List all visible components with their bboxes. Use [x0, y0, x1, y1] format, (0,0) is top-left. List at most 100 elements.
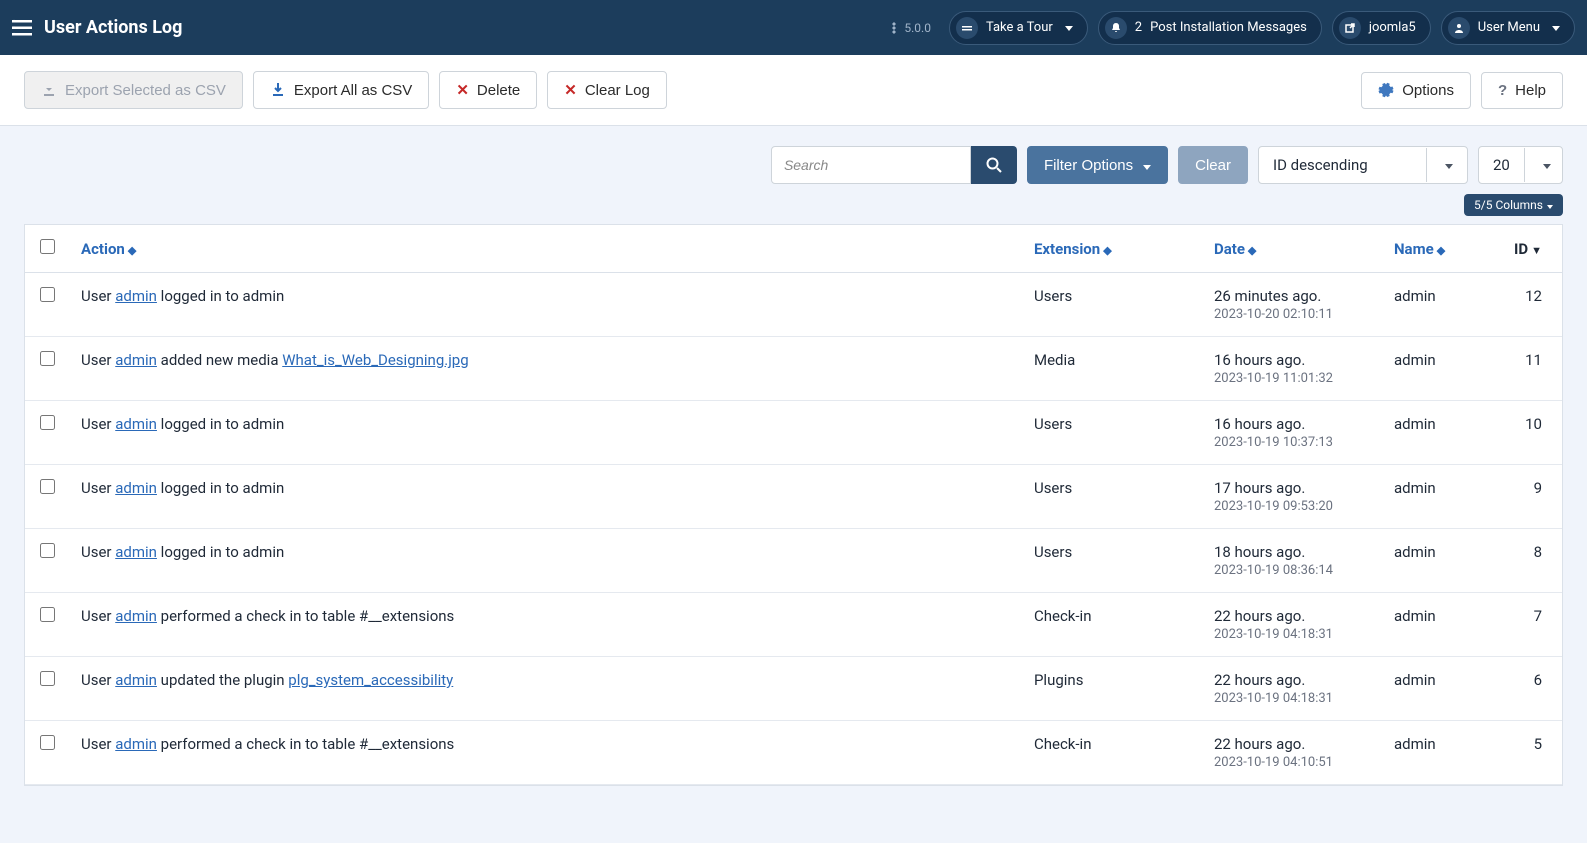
table-row: User admin performed a check in to table… [25, 593, 1562, 657]
table-row: User admin performed a check in to table… [25, 721, 1562, 785]
action-cell: User admin updated the plugin plg_system… [69, 657, 1022, 721]
user-link[interactable]: admin [115, 671, 157, 689]
date-cell: 18 hours ago.2023-10-19 08:36:14 [1202, 529, 1382, 593]
extension-cell: Users [1022, 529, 1202, 593]
column-id[interactable]: ID▼ [1502, 225, 1562, 273]
row-checkbox[interactable] [40, 351, 55, 366]
date-cell: 22 hours ago.2023-10-19 04:10:51 [1202, 721, 1382, 785]
date-cell: 22 hours ago.2023-10-19 04:18:31 [1202, 593, 1382, 657]
site-link-button[interactable]: joomla5 [1332, 11, 1431, 45]
name-cell: admin [1382, 401, 1502, 465]
export-all-button[interactable]: Export All as CSV [253, 71, 429, 109]
chevron-down-icon [1139, 157, 1151, 174]
date-cell: 16 hours ago.2023-10-19 11:01:32 [1202, 337, 1382, 401]
sort-icon: ◆ [1103, 244, 1111, 257]
columns-toggle-button[interactable]: 5/5 Columns [1464, 194, 1563, 216]
actions-log-table: Action◆ Extension◆ Date◆ Name◆ ID▼ User … [25, 225, 1562, 785]
caret-down-icon [1547, 198, 1553, 212]
column-extension[interactable]: Extension◆ [1022, 225, 1202, 273]
chevron-down-icon [1548, 20, 1560, 35]
user-menu-button[interactable]: User Menu [1441, 11, 1575, 45]
extension-cell: Plugins [1022, 657, 1202, 721]
sort-icon: ◆ [1437, 244, 1445, 257]
id-cell: 6 [1502, 657, 1562, 721]
user-link[interactable]: admin [115, 607, 157, 625]
action-cell: User admin added new media What_is_Web_D… [69, 337, 1022, 401]
gear-icon [1378, 82, 1394, 98]
user-link[interactable]: admin [115, 287, 157, 305]
row-checkbox[interactable] [40, 479, 55, 494]
extension-cell: Users [1022, 273, 1202, 337]
times-icon: ✕ [564, 81, 577, 99]
id-cell: 12 [1502, 273, 1562, 337]
id-cell: 8 [1502, 529, 1562, 593]
notification-count: 2 [1135, 20, 1142, 35]
sort-icon: ◆ [1248, 244, 1256, 257]
select-all-checkbox[interactable] [40, 239, 55, 254]
filter-options-button[interactable]: Filter Options [1027, 146, 1168, 184]
name-cell: admin [1382, 721, 1502, 785]
name-cell: admin [1382, 465, 1502, 529]
id-cell: 5 [1502, 721, 1562, 785]
user-link[interactable]: admin [115, 415, 157, 433]
name-cell: admin [1382, 593, 1502, 657]
id-cell: 10 [1502, 401, 1562, 465]
name-cell: admin [1382, 657, 1502, 721]
export-selected-button: Export Selected as CSV [24, 71, 243, 109]
sort-desc-icon: ▼ [1531, 244, 1542, 257]
version-label: 5.0.0 [888, 21, 931, 35]
user-icon [1448, 17, 1470, 39]
action-cell: User admin logged in to admin [69, 273, 1022, 337]
row-checkbox[interactable] [40, 287, 55, 302]
take-tour-button[interactable]: Take a Tour [949, 11, 1088, 45]
row-checkbox[interactable] [40, 415, 55, 430]
table-row: User admin logged in to adminUsers17 hou… [25, 465, 1562, 529]
user-link[interactable]: admin [115, 735, 157, 753]
name-cell: admin [1382, 529, 1502, 593]
search-button[interactable] [971, 146, 1017, 184]
user-link[interactable]: admin [115, 543, 157, 561]
extension-cell: Users [1022, 465, 1202, 529]
delete-button[interactable]: ✕ Delete [439, 71, 537, 109]
action-cell: User admin performed a check in to table… [69, 721, 1022, 785]
action-cell: User admin logged in to admin [69, 401, 1022, 465]
extension-cell: Check-in [1022, 593, 1202, 657]
table-row: User admin updated the plugin plg_system… [25, 657, 1562, 721]
search-input[interactable] [771, 146, 971, 184]
table-row: User admin logged in to adminUsers18 hou… [25, 529, 1562, 593]
column-name[interactable]: Name◆ [1382, 225, 1502, 273]
item-link[interactable]: What_is_Web_Designing.jpg [282, 351, 468, 369]
clear-filters-button[interactable]: Clear [1178, 146, 1248, 184]
sort-icon: ◆ [128, 244, 136, 257]
name-cell: admin [1382, 337, 1502, 401]
action-cell: User admin performed a check in to table… [69, 593, 1022, 657]
row-checkbox[interactable] [40, 543, 55, 558]
user-link[interactable]: admin [115, 479, 157, 497]
column-date[interactable]: Date◆ [1202, 225, 1382, 273]
id-cell: 7 [1502, 593, 1562, 657]
table-row: User admin logged in to adminUsers16 hou… [25, 401, 1562, 465]
column-action[interactable]: Action◆ [69, 225, 1022, 273]
row-checkbox[interactable] [40, 671, 55, 686]
post-install-messages-button[interactable]: 2 Post Installation Messages [1098, 11, 1322, 45]
chevron-down-icon [1061, 20, 1073, 35]
table-row: User admin logged in to adminUsers26 min… [25, 273, 1562, 337]
row-checkbox[interactable] [40, 607, 55, 622]
action-cell: User admin logged in to admin [69, 529, 1022, 593]
chevron-down-icon [1524, 148, 1565, 182]
help-button[interactable]: ? Help [1481, 72, 1563, 109]
extension-cell: Users [1022, 401, 1202, 465]
tour-icon [956, 17, 978, 39]
user-link[interactable]: admin [115, 351, 157, 369]
date-cell: 16 hours ago.2023-10-19 10:37:13 [1202, 401, 1382, 465]
menu-toggle-icon[interactable] [12, 19, 32, 37]
date-cell: 26 minutes ago.2023-10-20 02:10:11 [1202, 273, 1382, 337]
limit-select[interactable]: 20 [1478, 146, 1563, 184]
options-button[interactable]: Options [1361, 72, 1471, 109]
row-checkbox[interactable] [40, 735, 55, 750]
clear-log-button[interactable]: ✕ Clear Log [547, 71, 667, 109]
sort-select[interactable]: ID descending [1258, 146, 1468, 184]
bell-icon [1105, 17, 1127, 39]
item-link[interactable]: plg_system_accessibility [288, 671, 453, 689]
chevron-down-icon [1426, 148, 1467, 182]
